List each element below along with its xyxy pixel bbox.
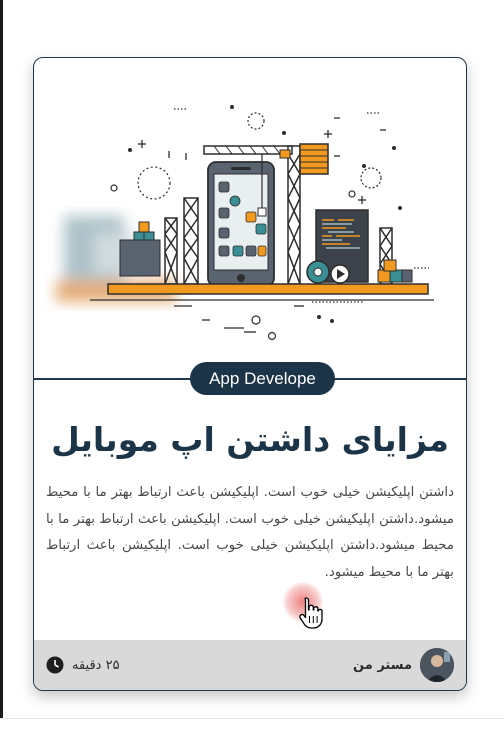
clock-icon: [46, 656, 64, 674]
hand-pointer-cursor-icon: [299, 597, 323, 629]
card-excerpt: داشتن اپلیکیشن خیلی خوب است. اپلیکیشن با…: [46, 485, 454, 580]
card-title[interactable]: مزایای داشتن اپ موبایل: [34, 410, 466, 470]
read-time-label: ۲۵ دقیقه: [72, 657, 120, 673]
blog-card[interactable]: App Develope مزایای داشتن اپ موبایل داشت…: [33, 57, 467, 691]
author-info[interactable]: مستر من: [353, 648, 454, 682]
card-footer: مستر من ۲۵ دقیقه: [34, 640, 466, 690]
author-name[interactable]: مستر من: [353, 658, 412, 673]
avatar: [420, 648, 454, 682]
read-time: ۲۵ دقیقه: [46, 648, 120, 682]
window-left-edge: [0, 0, 3, 718]
category-badge[interactable]: App Develope: [190, 362, 335, 395]
mobile-app-construction-illustration: [56, 105, 434, 341]
page-bottom-rule: [0, 718, 504, 719]
